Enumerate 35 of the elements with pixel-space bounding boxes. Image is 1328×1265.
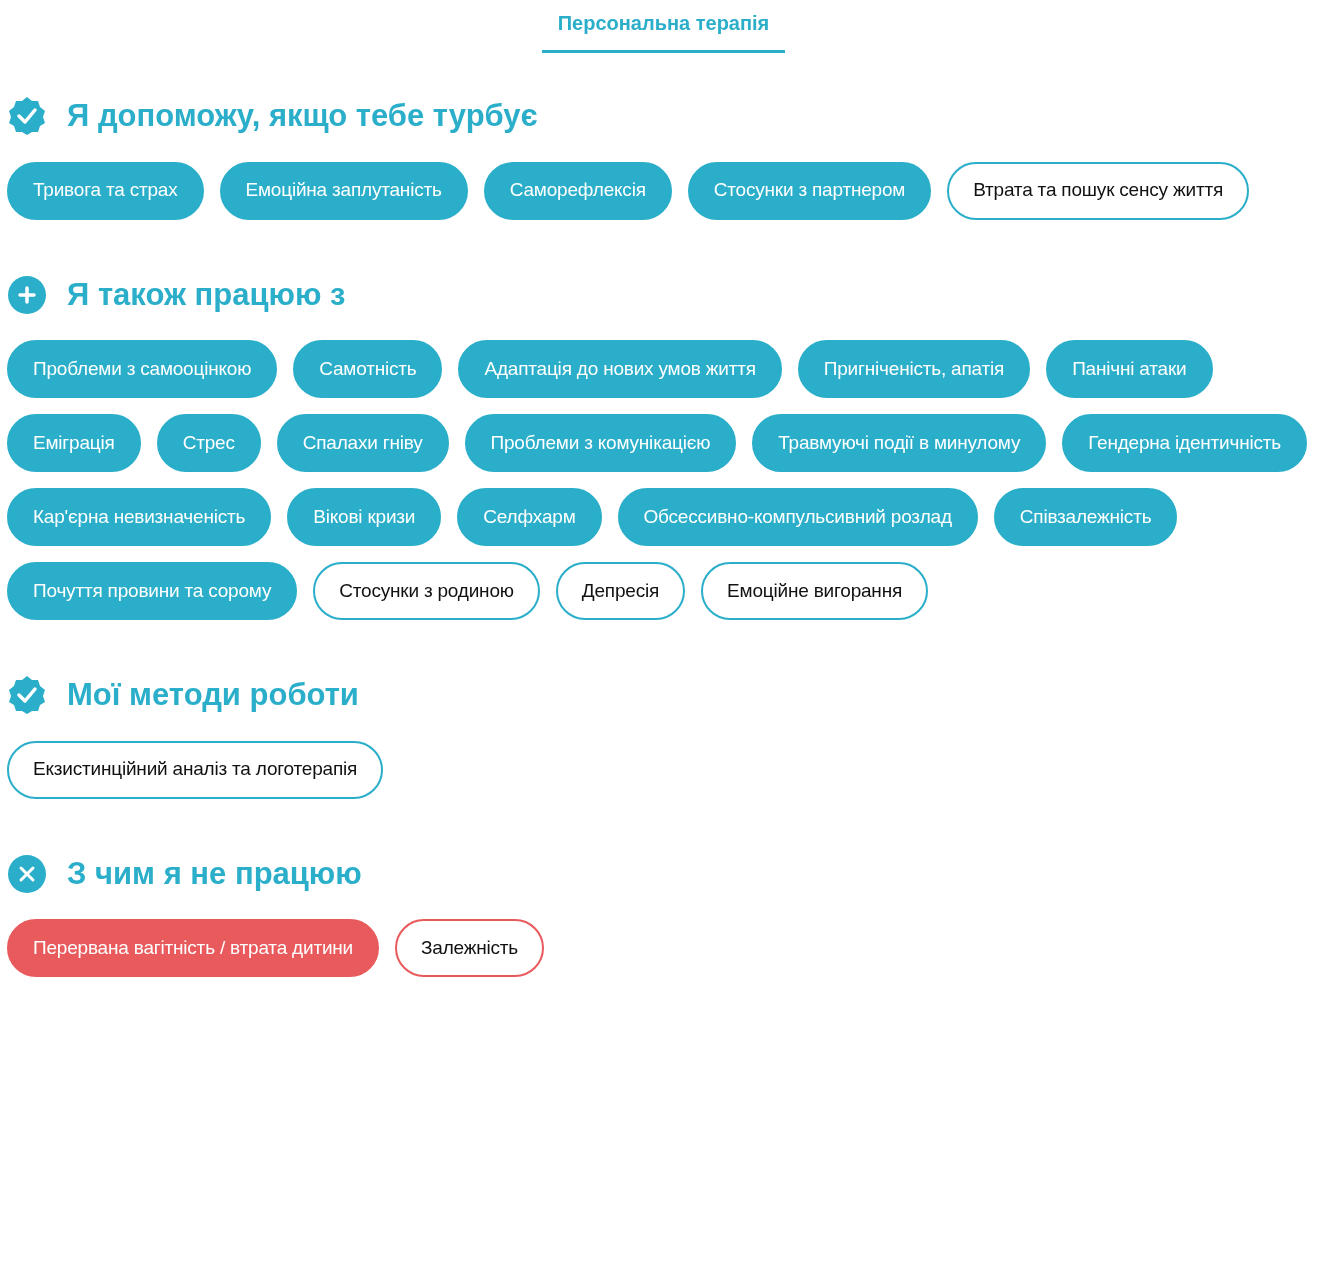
topic-tag: Втрата та пошук сенсу життя xyxy=(947,161,1249,220)
topic-tag: Почуття провини та сорому xyxy=(7,562,298,620)
topic-tag: Кар'єрна невизначеність xyxy=(7,488,272,546)
topic-tag: Стосунки з партнером xyxy=(687,161,932,220)
topic-tag: Емоційна заплутаність xyxy=(219,161,468,220)
topic-tag: Пригніченість, апатія xyxy=(797,340,1031,398)
section-heading: З чим я не працюю xyxy=(67,854,362,893)
tab[interactable]: Персональна терапія xyxy=(541,0,786,53)
topic-tag: Проблеми з самооцінкою xyxy=(7,340,278,398)
topic-tag: Проблеми з комунікацією xyxy=(464,414,737,472)
topic-tag: Спалахи гніву xyxy=(276,414,449,472)
topic-tag: Тривога та страх xyxy=(7,161,204,220)
topic-tag: Залежність xyxy=(395,919,545,977)
topic-tag: Травмуючі події в минулому xyxy=(752,414,1047,472)
topic-tag: Співзалежність xyxy=(993,488,1178,546)
plus-circle-icon xyxy=(7,274,47,315)
topic-tag: Стрес xyxy=(156,414,261,472)
topic-tag: Еміграція xyxy=(7,414,141,472)
topic-tag: Депресія xyxy=(555,562,686,620)
topic-tag: Вікові кризи xyxy=(287,488,442,546)
topic-tag: Стосунки з родиною xyxy=(313,562,540,620)
topic-tag: Саморефлексія xyxy=(483,161,672,220)
topic-tag: Селфхарм xyxy=(457,488,602,546)
section-heading: Я також працюю з xyxy=(67,275,346,314)
topic-tag: Емоційне вигорання xyxy=(701,562,929,620)
topic-tag: Гендерна ідентичність xyxy=(1062,414,1308,472)
section-heading: Я допоможу, якщо тебе турбує xyxy=(67,97,538,135)
topic-tag: Адаптація до нових умов життя xyxy=(458,340,782,398)
topic-tag: Екзистинційний аналіз та логотерапія xyxy=(7,740,384,799)
x-circle-icon xyxy=(7,853,47,894)
topic-tag: Перервана вагітність / втрата дитини xyxy=(7,919,379,977)
topic-tag: Панічні атаки xyxy=(1046,340,1213,398)
topic-tag: Обсессивно-компульсивний розлад xyxy=(617,488,978,546)
section-heading: Мої методи роботи xyxy=(67,676,359,714)
topic-tag: Самотність xyxy=(293,340,443,398)
